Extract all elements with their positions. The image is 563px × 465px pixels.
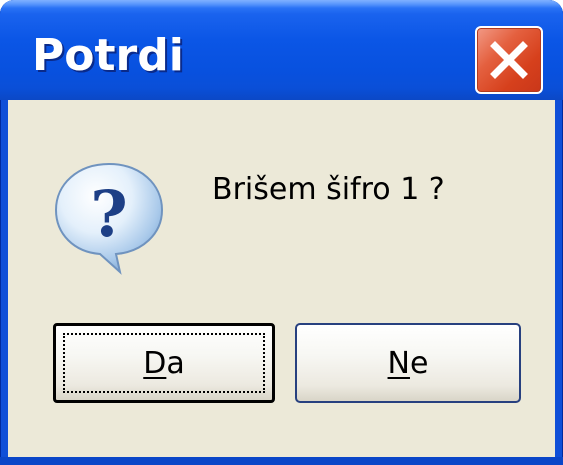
yes-button-label-rest: a	[166, 345, 185, 381]
dialog-message: Brišem šifro 1 ?	[212, 172, 445, 207]
question-icon: ?	[54, 162, 164, 275]
no-button[interactable]: Ne	[295, 323, 521, 403]
title-bar[interactable]: Potrdi	[0, 0, 563, 100]
no-button-label: Ne	[388, 346, 429, 381]
dialog-window: Potrdi ? Brišem šifro 1 ? Da Ne	[0, 0, 563, 465]
yes-button-mnemonic: D	[143, 345, 167, 381]
window-bottom-border	[0, 457, 563, 465]
no-button-label-rest: e	[409, 345, 429, 381]
dialog-body: ? Brišem šifro 1 ? Da Ne	[8, 100, 555, 457]
yes-button[interactable]: Da	[53, 323, 275, 403]
no-button-mnemonic: N	[387, 345, 410, 381]
yes-button-label: Da	[143, 346, 185, 381]
window-title: Potrdi	[32, 30, 184, 81]
close-button[interactable]	[475, 26, 543, 94]
svg-text:?: ?	[90, 177, 128, 252]
close-icon	[490, 41, 528, 79]
